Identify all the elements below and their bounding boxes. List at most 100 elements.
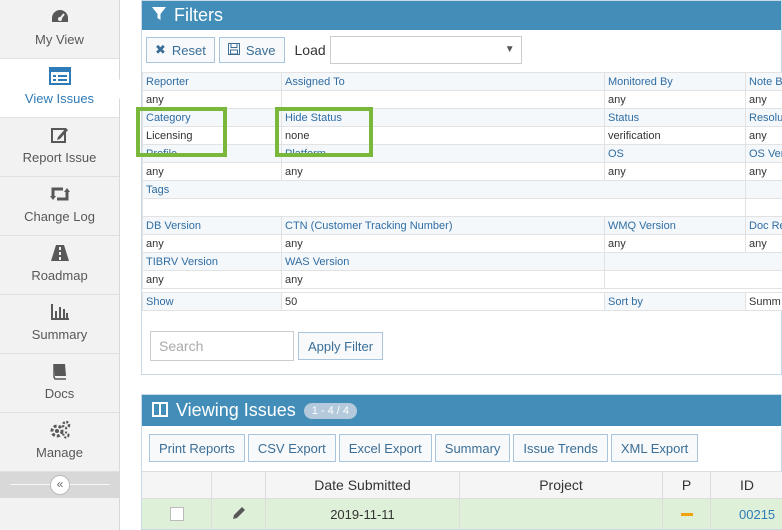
filter-value-row: any any [142,270,782,289]
row-date-submitted: 2019-11-11 [266,499,460,529]
sidebar-item-label: Report Issue [22,150,97,165]
filter-value-was-version: any [281,270,605,289]
chevron-down-icon: ▼ [504,44,515,55]
filter-label-os[interactable]: OS [604,144,746,163]
viewing-issues-header[interactable]: Viewing Issues 1 - 4 / 4 [142,395,781,426]
pencil-icon[interactable] [232,506,246,523]
load-label: Load [294,42,326,58]
filter-label-row: TIBRV Version WAS Version [142,252,782,271]
filter-label-row: Tags [142,180,782,199]
filter-value-reporter: any [142,90,282,109]
issue-trends-button[interactable]: Issue Trends [513,434,608,462]
filters-panel: Filters ✖ Reset Save Load ▼ Reporter Ass… [141,0,782,375]
column-header-edit [212,472,266,498]
filter-label-ctn[interactable]: CTN (Customer Tracking Number) [281,216,605,235]
print-reports-button[interactable]: Print Reports [149,434,245,462]
filter-value-assigned-to [281,90,605,109]
csv-export-button[interactable]: CSV Export [247,434,336,462]
column-header-date-submitted[interactable]: Date Submitted [266,472,460,498]
close-icon: ✖ [155,42,166,57]
filter-label-tags[interactable]: Tags [142,180,746,199]
sidebar-item-report-issue[interactable]: Report Issue [0,118,119,177]
sidebar-item-label: Docs [44,386,75,401]
sidebar: My View View Issues Report Issue Change … [0,0,120,530]
column-header-id[interactable]: ID [711,472,782,498]
retweet-icon [48,183,72,205]
sidebar-item-roadmap[interactable]: Roadmap [0,236,119,295]
filter-label-show[interactable]: Show [142,292,282,311]
apply-filter-button[interactable]: Apply Filter [298,332,384,360]
filter-label-row: DB Version CTN (Customer Tracking Number… [142,216,782,235]
category-highlight [136,107,227,157]
sidebar-item-label: Summary [31,327,88,342]
summary-button[interactable]: Summary [434,434,511,462]
filter-value-resolution: any [745,126,782,145]
xml-export-button[interactable]: XML Export [610,434,699,462]
row-issue-id-link[interactable]: 00215 [711,499,782,529]
row-edit-cell [212,499,266,529]
reset-label: Reset [171,42,206,58]
filter-value-tibrv-version: any [142,270,282,289]
show-sort-row: Show 50 Sort by Summ [142,292,782,311]
sidebar-item-label: My View [35,32,84,47]
sidebar-item-view-issues[interactable]: View Issues [0,59,120,118]
filter-label-monitored-by[interactable]: Monitored By [604,72,746,91]
filter-label-row: Category Hide Status Status Resolu [142,108,782,127]
filter-label-empty [604,252,782,271]
filters-toolbar: ✖ Reset Save Load ▼ [142,30,781,70]
viewing-issues-title: Viewing Issues [176,400,296,420]
row-select-cell [142,499,212,529]
filter-value-platform: any [281,162,605,181]
filter-label-tibrv-version[interactable]: TIBRV Version [142,252,282,271]
filter-label-reporter[interactable]: Reporter [142,72,282,91]
list-icon [48,65,72,87]
filter-value-show: 50 [281,292,605,311]
sidebar-item-my-view[interactable]: My View [0,0,119,59]
column-header-select [142,472,212,498]
filter-label-status[interactable]: Status [604,108,746,127]
filter-value-ctn: any [281,234,605,253]
load-filter-select[interactable]: ▼ [329,36,522,64]
priority-indicator [680,512,693,516]
table-row[interactable]: 2019-11-11 00215 [142,499,782,529]
filter-label-was-version[interactable]: WAS Version [281,252,605,271]
filter-label-os-version[interactable]: OS Ver [745,144,782,163]
filters-header[interactable]: Filters [142,1,781,30]
filter-label-sort-by[interactable]: Sort by [604,292,746,311]
filter-value-db-version: any [142,234,282,253]
reset-button[interactable]: ✖ Reset [146,37,215,63]
filter-value-doc-release: any [745,234,782,253]
filter-label-wmq-version[interactable]: WMQ Version [604,216,746,235]
filter-value-sort-by: Summ [745,292,782,311]
floppy-disk-icon [227,42,240,58]
filter-label-db-version[interactable]: DB Version [142,216,282,235]
sidebar-item-change-log[interactable]: Change Log [0,177,119,236]
sidebar-item-docs[interactable]: Docs [0,354,119,413]
filter-value-empty [604,270,782,289]
filter-value-wmq-version: any [604,234,746,253]
sidebar-item-label: Roadmap [31,268,88,283]
filter-value-profile: any [142,162,282,181]
filter-value-os: any [604,162,746,181]
filter-value-row: any any any any [142,162,782,181]
filter-label-note-by[interactable]: Note B [745,72,782,91]
row-checkbox[interactable] [169,507,184,521]
edit-icon [48,124,72,146]
filter-table: Reporter Assigned To Monitored By Note B… [142,72,782,311]
column-header-project[interactable]: Project [460,472,663,498]
filter-value-row: Licensing none verification any [142,126,782,145]
sidebar-item-manage[interactable]: Manage [0,413,119,472]
column-header-priority[interactable]: P [663,472,711,498]
save-button[interactable]: Save [218,37,285,63]
filter-label-resolution[interactable]: Resolu [745,108,782,127]
issues-toolbar: Print Reports CSV Export Excel Export Su… [142,426,781,470]
sidebar-item-summary[interactable]: Summary [0,295,119,354]
search-input[interactable]: Search [150,331,294,361]
viewing-issues-panel: Viewing Issues 1 - 4 / 4 Print Reports C… [141,394,782,530]
filter-label-assigned-to[interactable]: Assigned To [281,72,605,91]
collapse-sidebar-button[interactable]: « [50,475,70,495]
sidebar-item-label: Change Log [24,209,95,224]
sidebar-item-label: Manage [36,445,83,460]
excel-export-button[interactable]: Excel Export [338,434,432,462]
filter-label-doc-release[interactable]: Doc Re [745,216,782,235]
